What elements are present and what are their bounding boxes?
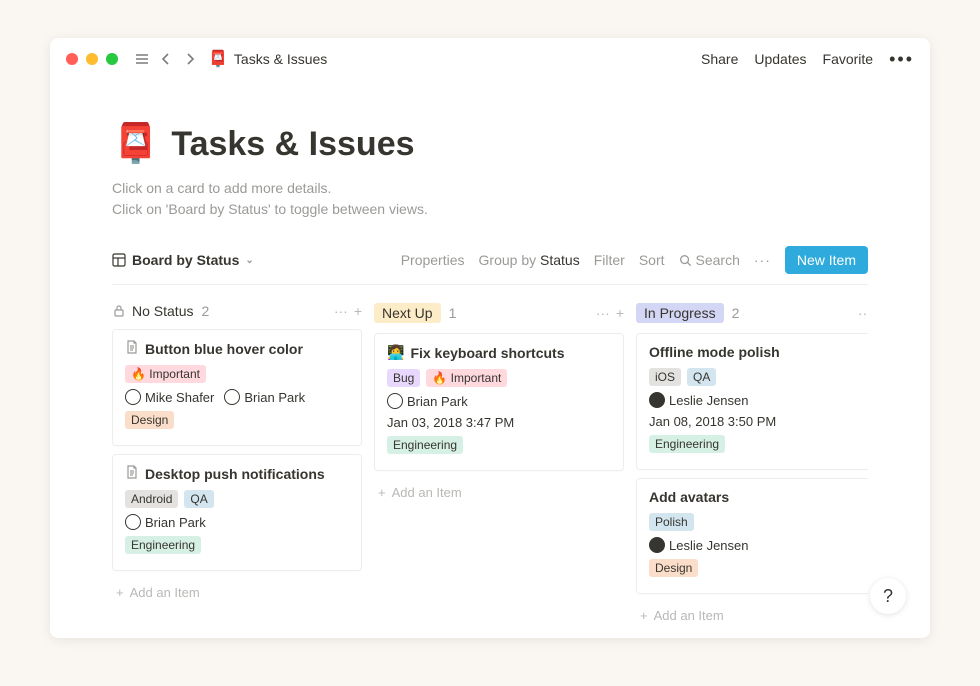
updates-button[interactable]: Updates xyxy=(754,51,806,67)
tag-qa: QA xyxy=(687,368,716,386)
breadcrumb[interactable]: 📮 Tasks & Issues xyxy=(208,49,327,69)
search-button[interactable]: Search xyxy=(679,252,740,268)
titlebar: 📮 Tasks & Issues Share Updates Favorite … xyxy=(50,38,930,78)
column-add-icon[interactable]: + xyxy=(616,305,624,321)
board-column-nostatus: No Status 2 ··· + Button blue hover color 🔥 I… xyxy=(112,301,362,638)
tag-design: Design xyxy=(125,411,174,429)
help-button[interactable]: ? xyxy=(870,578,906,614)
search-icon xyxy=(679,254,692,267)
tag-engineering: Engineering xyxy=(125,536,201,554)
tag-ios: iOS xyxy=(649,368,681,386)
group-by-button[interactable]: Group by Status xyxy=(479,252,580,268)
page-content: 📮 Tasks & Issues Click on a card to add … xyxy=(50,78,930,638)
plus-icon: + xyxy=(378,485,386,500)
board-icon xyxy=(112,253,126,267)
chevron-down-icon: ⌄ xyxy=(245,255,253,266)
board-column-inprogress: In Progress 2 ··· + Offline mode polish iOS QA… xyxy=(636,301,868,638)
page-icon xyxy=(125,340,139,357)
nav-back-icon[interactable] xyxy=(154,47,178,71)
add-item-button[interactable]: +Add an Item xyxy=(374,479,624,506)
close-window-icon[interactable] xyxy=(66,53,78,65)
tag-engineering: Engineering xyxy=(387,436,463,454)
properties-button[interactable]: Properties xyxy=(401,252,465,268)
avatar-icon xyxy=(649,537,665,553)
board-card[interactable]: Offline mode polish iOS QA Leslie Jensen Jan… xyxy=(636,333,868,470)
column-count: 2 xyxy=(201,303,209,319)
avatar-icon xyxy=(387,393,403,409)
sort-button[interactable]: Sort xyxy=(639,252,665,268)
page-description[interactable]: Click on a card to add more details. Cli… xyxy=(112,178,868,220)
column-header: No Status 2 ··· + xyxy=(112,301,362,329)
breadcrumb-title: Tasks & Issues xyxy=(234,51,327,67)
more-icon[interactable]: ••• xyxy=(889,49,914,70)
board: No Status 2 ··· + Button blue hover color 🔥 I… xyxy=(112,301,868,638)
tag-polish: Polish xyxy=(649,513,694,531)
tag-android: Android xyxy=(125,490,178,508)
filter-button[interactable]: Filter xyxy=(594,252,625,268)
column-count: 1 xyxy=(449,305,457,321)
card-emoji-icon: 👩‍💻 xyxy=(387,344,404,361)
add-item-button[interactable]: +Add an Item xyxy=(112,579,362,606)
card-date: Jan 08, 2018 3:50 PM xyxy=(649,414,868,429)
column-more-icon[interactable]: ··· xyxy=(334,303,348,319)
column-add-icon[interactable]: + xyxy=(354,303,362,319)
tag-engineering: Engineering xyxy=(649,435,725,453)
page-emoji-icon[interactable]: 📮 xyxy=(112,122,159,166)
board-card[interactable]: Button blue hover color 🔥 Important Mike S… xyxy=(112,329,362,446)
person: Leslie Jensen xyxy=(649,537,749,553)
page-title[interactable]: Tasks & Issues xyxy=(171,125,414,164)
column-title[interactable]: In Progress xyxy=(636,303,724,323)
plus-icon: + xyxy=(116,585,124,600)
tag-design: Design xyxy=(649,559,698,577)
person: Leslie Jensen xyxy=(649,392,749,408)
card-title: Button blue hover color xyxy=(125,340,349,357)
person: Brian Park xyxy=(125,514,206,530)
minimize-window-icon[interactable] xyxy=(86,53,98,65)
column-count: 2 xyxy=(732,305,740,321)
person: Brian Park xyxy=(224,389,305,405)
nav-forward-icon[interactable] xyxy=(178,47,202,71)
page-header: 📮 Tasks & Issues xyxy=(112,122,868,166)
favorite-button[interactable]: Favorite xyxy=(823,51,874,67)
avatar-icon xyxy=(224,389,240,405)
column-title[interactable]: No Status xyxy=(112,303,193,319)
board-column-nextup: Next Up 1 ··· + 👩‍💻Fix keyboard shortcuts Bug… xyxy=(374,301,624,638)
plus-icon: + xyxy=(640,608,648,623)
menu-icon[interactable] xyxy=(130,47,154,71)
column-more-icon[interactable]: ··· xyxy=(858,305,868,321)
board-card[interactable]: 👩‍💻Fix keyboard shortcuts Bug 🔥 Important B… xyxy=(374,333,624,471)
tag-important: 🔥 Important xyxy=(426,369,507,387)
card-title: Add avatars xyxy=(649,489,868,505)
column-title[interactable]: Next Up xyxy=(374,303,441,323)
share-button[interactable]: Share xyxy=(701,51,738,67)
tag-bug: Bug xyxy=(387,369,420,387)
view-selector[interactable]: Board by Status ⌄ xyxy=(112,252,254,268)
new-item-button[interactable]: New Item xyxy=(785,246,868,274)
page-icon xyxy=(125,465,139,482)
column-more-icon[interactable]: ··· xyxy=(596,305,610,321)
traffic-lights xyxy=(66,53,118,65)
add-item-button[interactable]: +Add an Item xyxy=(636,602,868,629)
toolbar-more-icon[interactable]: ··· xyxy=(754,252,771,268)
person: Brian Park xyxy=(387,393,468,409)
column-header: Next Up 1 ··· + xyxy=(374,301,624,333)
card-title: Desktop push notifications xyxy=(125,465,349,482)
board-card[interactable]: Add avatars Polish Leslie Jensen Design xyxy=(636,478,868,594)
card-title: Offline mode polish xyxy=(649,344,868,360)
avatar-icon xyxy=(649,392,665,408)
tag-important: 🔥 Important xyxy=(125,365,206,383)
board-card[interactable]: Desktop push notifications Android QA Brian… xyxy=(112,454,362,571)
board-toolbar: Board by Status ⌄ Properties Group by St… xyxy=(112,246,868,285)
maximize-window-icon[interactable] xyxy=(106,53,118,65)
card-date: Jan 03, 2018 3:47 PM xyxy=(387,415,611,430)
person: Mike Shafer xyxy=(125,389,214,405)
tag-qa: QA xyxy=(184,490,213,508)
avatar-icon xyxy=(125,389,141,405)
app-window: 📮 Tasks & Issues Share Updates Favorite … xyxy=(50,38,930,638)
card-title: 👩‍💻Fix keyboard shortcuts xyxy=(387,344,611,361)
avatar-icon xyxy=(125,514,141,530)
column-header: In Progress2···+ xyxy=(636,301,868,333)
breadcrumb-icon: 📮 xyxy=(208,49,228,69)
